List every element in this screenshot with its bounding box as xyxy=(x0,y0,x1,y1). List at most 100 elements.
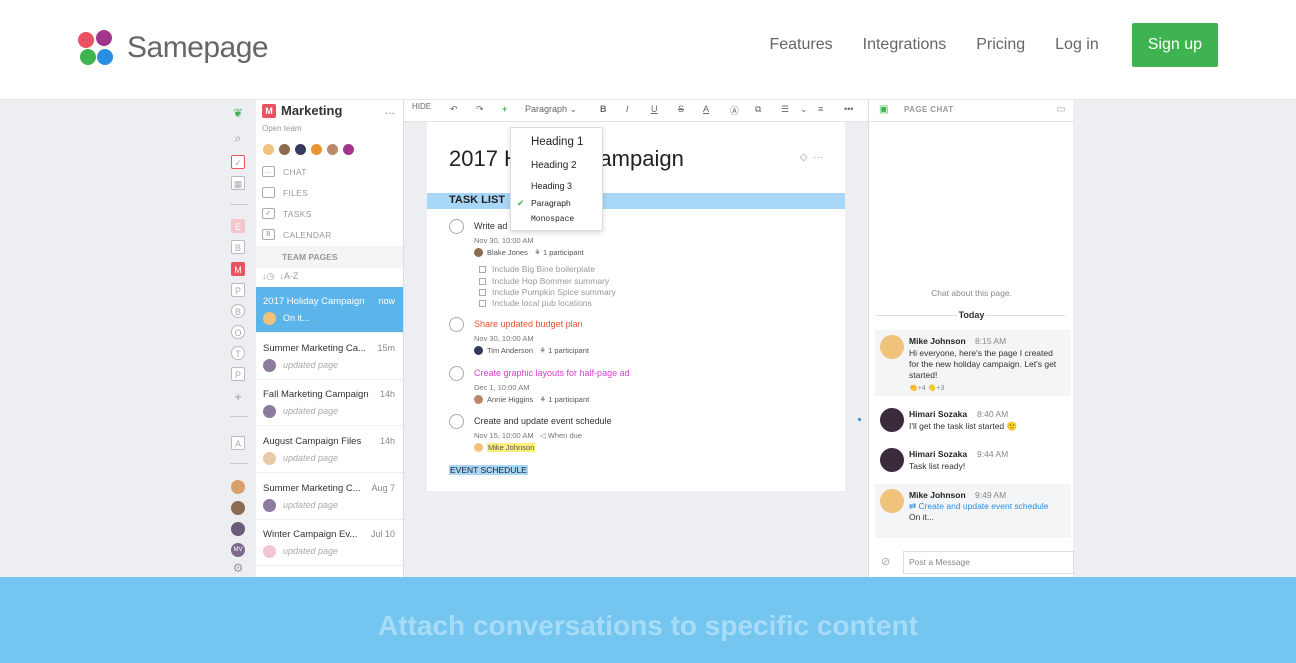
italic-icon[interactable]: I xyxy=(626,104,629,114)
nav-features[interactable]: Features xyxy=(769,36,832,54)
task-checkbox[interactable] xyxy=(449,414,464,429)
event-schedule-heading[interactable]: EVENT SCHEDULE xyxy=(449,465,528,475)
page-item[interactable]: Winter Campaign Ev... Jul 10 updated pag… xyxy=(256,520,403,566)
plus-icon[interactable]: + xyxy=(231,390,245,404)
avatar[interactable] xyxy=(231,522,245,536)
link-icon[interactable]: ⧉ xyxy=(755,104,761,115)
menu-item-paragraph[interactable]: Paragraph xyxy=(531,198,571,208)
avatar[interactable] xyxy=(231,501,245,515)
page-item[interactable]: Summer Marketing C... Aug 7 updated page xyxy=(256,474,403,520)
page-item[interactable]: 2017 Holiday Campaign now On it... xyxy=(256,287,403,333)
chat-input[interactable]: Post a Message xyxy=(903,551,1074,574)
more-icon[interactable]: ... xyxy=(385,103,395,117)
strikethrough-icon[interactable]: S xyxy=(678,104,684,114)
task-title[interactable]: Create and update event schedule xyxy=(474,416,612,426)
avatar[interactable] xyxy=(231,480,245,494)
avatar-mv[interactable]: MV xyxy=(231,543,245,557)
team-a[interactable]: A xyxy=(231,436,245,450)
signup-button[interactable]: Sign up xyxy=(1131,23,1218,67)
avatar[interactable] xyxy=(278,143,291,156)
chat-message[interactable]: Himari Sozaka 8:40 AM I'll get the task … xyxy=(875,403,1071,439)
plus-icon[interactable]: + xyxy=(502,104,507,114)
team-m[interactable]: M xyxy=(231,262,245,276)
paragraph-select[interactable]: Paragraph ⌄ xyxy=(525,104,577,115)
page-item[interactable]: Summer Marketing Ca... 15m updated page xyxy=(256,334,403,380)
page-item[interactable]: August Campaign Files 14h updated page xyxy=(256,427,403,473)
chat-message[interactable]: Mike Johnson 8:15 AM Hi everyone, here's… xyxy=(875,330,1071,396)
samepage-logo[interactable]: Samepage xyxy=(78,30,269,66)
subtask-item[interactable]: Include Hop Bommer summary xyxy=(479,276,609,286)
subtask-item[interactable]: Include Pumpkin Spice summary xyxy=(479,287,616,297)
more-icon[interactable]: ··· xyxy=(813,152,823,163)
team-o[interactable]: O xyxy=(231,325,245,339)
task-title[interactable]: Create graphic layouts for half-page ad xyxy=(474,368,630,378)
task-title[interactable]: Share updated budget plan xyxy=(474,319,583,329)
page-title: August Campaign Files xyxy=(263,436,362,447)
video-icon[interactable]: ▣ xyxy=(879,104,888,115)
avatar[interactable] xyxy=(310,143,323,156)
chat-message[interactable]: Himari Sozaka 9:44 AM Task list ready! xyxy=(875,443,1071,479)
sidebar-item-tasks[interactable]: ✓ TASKS xyxy=(262,208,312,219)
page-actions[interactable]: ◇ ··· xyxy=(800,152,823,163)
calendar-icon[interactable]: ▦ xyxy=(231,176,245,190)
attach-icon[interactable]: ⊘ xyxy=(881,555,890,568)
team-b[interactable]: B xyxy=(231,240,245,254)
page-activity: updated page xyxy=(283,360,339,370)
redo-icon[interactable]: ↷ xyxy=(476,104,484,115)
menu-item-monospace[interactable]: Monospace xyxy=(531,215,574,224)
menu-item-heading-1[interactable]: Heading 1 xyxy=(531,136,583,148)
search-icon[interactable]: ⌕ xyxy=(231,131,245,146)
list-chevron-icon[interactable]: ⌄ xyxy=(800,104,808,115)
task-list-heading[interactable]: TASK LIST xyxy=(427,193,845,209)
undo-icon[interactable]: ↶ xyxy=(450,104,458,115)
chat-message[interactable]: Mike Johnson 9:49 AM ⇄ Create and update… xyxy=(875,484,1071,538)
team-pages-header[interactable]: TEAM PAGES xyxy=(256,246,403,268)
task-link[interactable]: Create and update event schedule xyxy=(918,501,1048,511)
team-p2[interactable]: P xyxy=(231,367,245,381)
page-time: 14h xyxy=(379,436,395,446)
menu-item-heading-2[interactable]: Heading 2 xyxy=(531,160,577,171)
nav-pricing[interactable]: Pricing xyxy=(976,36,1025,54)
task-title[interactable]: Write ad xyxy=(474,221,507,231)
message-time: 9:44 AM xyxy=(977,449,1009,459)
bird-icon[interactable]: ❦ xyxy=(231,106,245,120)
settings-icon[interactable]: ⚙ xyxy=(231,561,245,575)
menu-item-heading-3[interactable]: Heading 3 xyxy=(531,181,572,191)
task-checkbox[interactable] xyxy=(449,366,464,381)
text-color-icon[interactable]: A xyxy=(703,104,709,114)
tasks-icon[interactable]: ✓ xyxy=(231,155,245,169)
avatar[interactable] xyxy=(342,143,355,156)
team-pages-label: TEAM PAGES xyxy=(282,252,338,262)
pin-icon[interactable]: ◇ xyxy=(800,152,808,163)
sidebar-item-files[interactable]: FILES xyxy=(262,187,308,198)
sort-control[interactable]: ↓◷ ↓A-Z xyxy=(262,271,298,282)
reactions[interactable]: 👏+4 👋+3 xyxy=(909,384,944,392)
bold-icon[interactable]: B xyxy=(600,104,607,114)
team-header[interactable]: M Marketing xyxy=(262,103,342,118)
subtask-item[interactable]: Include local pub locations xyxy=(479,298,592,308)
task-checkbox[interactable] xyxy=(449,317,464,332)
sidebar-item-chat[interactable]: … CHAT xyxy=(262,166,307,177)
team-t[interactable]: T xyxy=(231,346,245,360)
avatar[interactable] xyxy=(262,143,275,156)
team-b2[interactable]: B xyxy=(231,304,245,318)
highlight-icon[interactable]: Ⓐ xyxy=(730,104,739,117)
avatar[interactable] xyxy=(326,143,339,156)
bullet-list-icon[interactable]: ☰ xyxy=(781,104,789,115)
comment-anchor-dot[interactable] xyxy=(858,418,861,421)
hide-button[interactable]: HIDE xyxy=(412,102,431,111)
nav-integrations[interactable]: Integrations xyxy=(863,36,947,54)
team-e[interactable]: E xyxy=(231,219,245,233)
underline-icon[interactable]: U xyxy=(651,104,658,114)
sidebar-item-calendar[interactable]: 8 CALENDAR xyxy=(262,229,332,240)
numbered-list-icon[interactable]: ≡ xyxy=(818,104,823,114)
message-body: Task list ready! xyxy=(909,461,966,471)
nav-login[interactable]: Log in xyxy=(1055,36,1099,54)
subtask-item[interactable]: Include Big Bine boilerplate xyxy=(479,264,595,274)
task-checkbox[interactable] xyxy=(449,219,464,234)
more-icon[interactable]: ••• xyxy=(844,104,853,114)
team-p[interactable]: P xyxy=(231,283,245,297)
chat-bubble-icon[interactable]: ▭ xyxy=(1057,104,1066,115)
page-item[interactable]: Fall Marketing Campaign 14h updated page xyxy=(256,380,403,426)
avatar[interactable] xyxy=(294,143,307,156)
